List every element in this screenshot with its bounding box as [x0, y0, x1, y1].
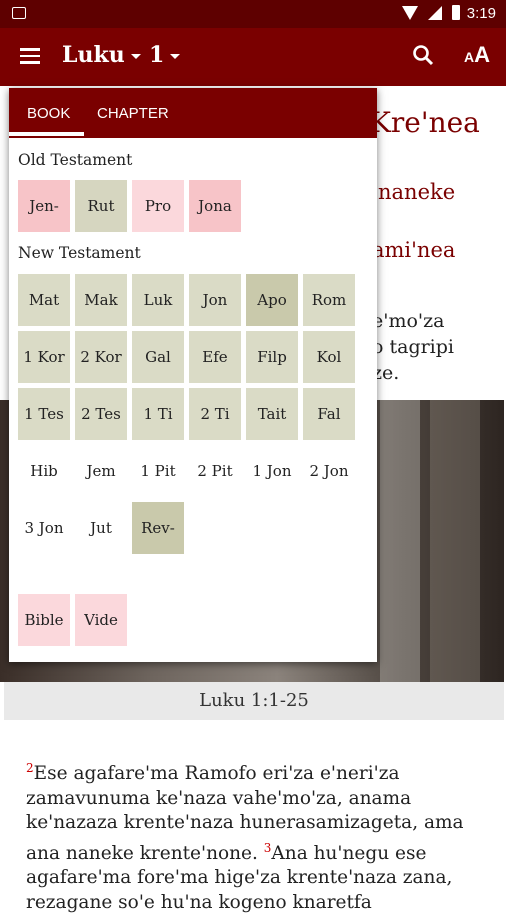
new-testament-heading: New Testament: [18, 244, 141, 262]
text-size-icon[interactable]: AA: [464, 42, 490, 68]
tab-indicator: [9, 132, 84, 136]
chevron-down-icon: [130, 53, 141, 59]
book-button[interactable]: Jon: [189, 274, 241, 326]
book-button[interactable]: Mak: [75, 274, 127, 326]
book-chapter-popup: BOOK CHAPTER Old Testament Jen- Rut Pro …: [9, 88, 377, 662]
book-button[interactable]: Jen-: [18, 180, 70, 232]
text-line: e'mo'za: [372, 310, 445, 332]
book-button[interactable]: 1 Ti: [132, 388, 184, 440]
book-button[interactable]: 1 Tes: [18, 388, 70, 440]
book-button[interactable]: 2 Tes: [75, 388, 127, 440]
status-bar: 3:19: [0, 0, 506, 28]
book-selector[interactable]: Luku: [62, 42, 141, 68]
tab-book[interactable]: BOOK: [27, 88, 70, 138]
book-button[interactable]: Fal: [303, 388, 355, 440]
wifi-icon: [402, 6, 418, 20]
section-heading: ami'nea: [372, 238, 456, 262]
book-button[interactable]: 1 Pit: [132, 445, 184, 497]
book-button[interactable]: Apo: [246, 274, 298, 326]
book-button[interactable]: Hib: [18, 445, 70, 497]
app-bar: Luku 1 AA: [0, 28, 506, 86]
menu-icon[interactable]: [20, 48, 40, 64]
verse-number: 2: [26, 761, 34, 775]
book-button[interactable]: 1 Jon: [246, 445, 298, 497]
chevron-down-icon: [170, 53, 181, 59]
text-line: o tagripi: [372, 336, 455, 358]
image-caption: Luku 1:1-25: [4, 682, 504, 720]
book-button[interactable]: 2 Jon: [303, 445, 355, 497]
book-button[interactable]: Tait: [246, 388, 298, 440]
section-heading: naneke: [378, 180, 456, 204]
status-time: 3:19: [466, 5, 496, 22]
tab-chapter[interactable]: CHAPTER: [97, 88, 169, 138]
book-button[interactable]: 1 Kor: [18, 331, 70, 383]
book-button[interactable]: Jem: [75, 445, 127, 497]
chapter-label: 1: [149, 42, 165, 68]
video-button[interactable]: Vide: [75, 594, 127, 646]
book-button[interactable]: 3 Jon: [18, 502, 70, 554]
signal-icon: [428, 6, 442, 20]
book-button[interactable]: 2 Kor: [75, 331, 127, 383]
old-testament-heading: Old Testament: [18, 151, 133, 169]
popup-tabs: BOOK CHAPTER: [9, 88, 377, 138]
book-button[interactable]: Jona: [189, 180, 241, 232]
book-button[interactable]: Rev-: [132, 502, 184, 554]
book-button[interactable]: Jut: [75, 502, 127, 554]
search-icon[interactable]: [412, 44, 434, 66]
book-button[interactable]: Kol: [303, 331, 355, 383]
book-button[interactable]: Rut: [75, 180, 127, 232]
book-button[interactable]: Filp: [246, 331, 298, 383]
book-button[interactable]: Luk: [132, 274, 184, 326]
bible-button[interactable]: Bible: [18, 594, 70, 646]
book-button[interactable]: Mat: [18, 274, 70, 326]
book-button[interactable]: 2 Ti: [189, 388, 241, 440]
book-button[interactable]: 2 Pit: [189, 445, 241, 497]
chapter-title: Kre'nea: [370, 106, 480, 139]
book-button[interactable]: Efe: [189, 331, 241, 383]
chapter-selector[interactable]: 1: [149, 42, 181, 68]
book-label: Luku: [62, 42, 125, 68]
book-button[interactable]: Rom: [303, 274, 355, 326]
verse-text: 2Ese agafare'ma Ramofo eri'za e'neri'za …: [26, 756, 496, 915]
battery-icon: [452, 5, 460, 20]
image-icon: [12, 7, 26, 19]
book-button[interactable]: Pro: [132, 180, 184, 232]
book-button[interactable]: Gal: [132, 331, 184, 383]
